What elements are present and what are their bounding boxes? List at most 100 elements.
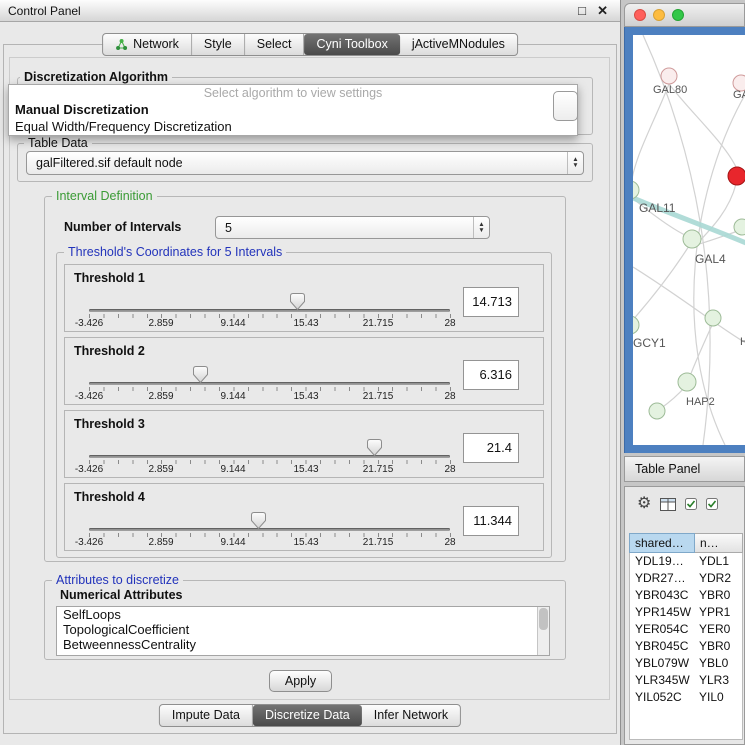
node-label-hap2: HAP2 [686, 396, 715, 408]
float-window-icon[interactable]: □ [578, 0, 586, 22]
threshold-3-label: Threshold 3 [74, 417, 145, 431]
tick-label: -3.426 [67, 464, 111, 475]
thresholds-group-label: Threshold's Coordinates for 5 Intervals [64, 245, 286, 259]
threshold-3-slider-track[interactable] [89, 455, 450, 458]
num-intervals-value: 5 [225, 221, 232, 235]
node-bottom[interactable] [649, 403, 665, 419]
threshold-2-slider-track[interactable] [89, 382, 450, 385]
columns-icon[interactable] [660, 498, 676, 511]
threshold-1-value-field[interactable]: 14.713 [463, 287, 519, 317]
cell[interactable]: YBR0 [695, 638, 730, 655]
node-mid[interactable] [705, 310, 721, 326]
apply-button[interactable]: Apply [269, 670, 332, 692]
gear-icon[interactable]: ⚙ [637, 496, 651, 512]
cell[interactable]: YIL052C [630, 689, 695, 706]
tick-label: 28 [428, 391, 472, 402]
tab-style[interactable]: Style [192, 34, 245, 55]
table-row[interactable]: YBR043CYBR0 [630, 587, 742, 604]
cell[interactable]: YBR043C [630, 587, 695, 604]
column-header-shared-name[interactable]: shared… [629, 533, 695, 553]
list-item[interactable]: TopologicalCoefficient [57, 622, 549, 637]
threshold-4-slider-track[interactable] [89, 528, 450, 531]
tab-impute-data[interactable]: Impute Data [160, 705, 253, 726]
algorithm-combobox-endcap[interactable] [553, 91, 578, 121]
control-panel-titlebar[interactable]: Control Panel □ ✕ [0, 0, 620, 22]
table-body[interactable]: YDL19…YDL1 YDR27…YDR2 YBR043CYBR0 YPR145… [629, 553, 743, 740]
tab-style-label: Style [204, 34, 232, 55]
cell[interactable]: YLR3 [695, 672, 729, 689]
column-header-name[interactable]: n… [695, 533, 743, 553]
cell[interactable]: YLR345W [630, 672, 695, 689]
table-row[interactable]: YBL079WYBL0 [630, 655, 742, 672]
threshold-1-slider-thumb[interactable] [290, 293, 305, 310]
threshold-4-value-field[interactable]: 11.344 [463, 506, 519, 536]
tick-label: 28 [428, 318, 472, 329]
tick-label: 21.715 [356, 391, 400, 402]
algorithm-option-manual[interactable]: Manual Discretization [9, 101, 577, 118]
node-gal4[interactable] [683, 230, 701, 248]
close-window-icon[interactable]: ✕ [597, 0, 608, 22]
node-gcy1[interactable] [633, 316, 639, 334]
threshold-2-slider-thumb[interactable] [193, 366, 208, 383]
cell[interactable]: YBR0 [695, 587, 730, 604]
select-all-checkbox-icon[interactable] [685, 498, 697, 510]
threshold-2-value-field[interactable]: 6.316 [463, 360, 519, 390]
cell[interactable]: YDR27… [630, 570, 695, 587]
cell[interactable]: YBL0 [695, 655, 728, 672]
cell[interactable]: YPR1 [695, 604, 730, 621]
table-row[interactable]: YER054CYER0 [630, 621, 742, 638]
tab-network[interactable]: Network [103, 34, 192, 55]
minimize-traffic-light-icon[interactable] [653, 9, 665, 21]
table-row[interactable]: YIL052CYIL0 [630, 689, 742, 706]
scrollbar-thumb[interactable] [539, 608, 548, 630]
list-item[interactable]: SelfLoops [57, 607, 549, 622]
tab-select[interactable]: Select [245, 34, 305, 55]
cell[interactable]: YDL1 [695, 553, 729, 570]
cell[interactable]: YDL19… [630, 553, 695, 570]
select-none-checkbox-icon[interactable] [706, 498, 718, 510]
cell[interactable]: YPR145W [630, 604, 695, 621]
network-window-titlebar[interactable] [624, 3, 745, 27]
threshold-1-slider-track[interactable] [89, 309, 450, 312]
cell[interactable]: YIL0 [695, 689, 724, 706]
cell[interactable]: YBR045C [630, 638, 695, 655]
threshold-3-box: Threshold 3 -3.426 2.859 9.144 15.43 21.… [64, 410, 544, 478]
threshold-4-slider-thumb[interactable] [251, 512, 266, 529]
cell[interactable]: YBL079W [630, 655, 695, 672]
close-traffic-light-icon[interactable] [634, 9, 646, 21]
algorithm-option-equal-width[interactable]: Equal Width/Frequency Discretization [9, 118, 577, 135]
node-selected-red[interactable] [728, 167, 745, 185]
cell[interactable]: YER0 [695, 621, 730, 638]
list-item[interactable]: BetweennessCentrality [57, 637, 549, 652]
threshold-3-value-field[interactable]: 21.4 [463, 433, 519, 463]
threshold-3-slider-thumb[interactable] [367, 439, 382, 456]
zoom-traffic-light-icon[interactable] [672, 9, 684, 21]
node-right-mid[interactable] [734, 219, 745, 235]
table-panel-titlebar[interactable]: Table Panel [624, 456, 745, 482]
cell[interactable]: YER054C [630, 621, 695, 638]
node-gal11[interactable] [633, 181, 639, 199]
network-icon [115, 38, 128, 51]
tab-infer-network[interactable]: Infer Network [362, 705, 460, 726]
num-intervals-stepper-icon[interactable]: ▲▼ [473, 217, 489, 238]
tab-cyni-toolbox[interactable]: Cyni Toolbox [304, 34, 399, 55]
tab-discretize-data[interactable]: Discretize Data [253, 705, 362, 726]
tab-jactivemnodules[interactable]: jActiveMNodules [400, 34, 517, 55]
table-data-combobox[interactable]: galFiltered.sif default node ▲▼ [26, 151, 584, 175]
node-gal80[interactable] [661, 68, 677, 84]
network-canvas[interactable]: GAL80 GA GAL11 GAL4 GCY1 HAP2 H [633, 35, 745, 445]
combobox-stepper-icon[interactable]: ▲▼ [567, 152, 583, 174]
table-row[interactable]: YDR27…YDR2 [630, 570, 742, 587]
table-row[interactable]: YBR045CYBR0 [630, 638, 742, 655]
cell[interactable]: YDR2 [695, 570, 731, 587]
numerical-attributes-list[interactable]: SelfLoops TopologicalCoefficient Between… [56, 606, 550, 656]
tick-label: -3.426 [67, 537, 111, 548]
node-hap2[interactable] [678, 373, 696, 391]
algorithm-popup-placeholder: Select algorithm to view settings [9, 85, 577, 101]
num-intervals-combobox[interactable]: 5 ▲▼ [215, 216, 490, 239]
table-row[interactable]: YDL19…YDL1 [630, 553, 742, 570]
table-row[interactable]: YPR145WYPR1 [630, 604, 742, 621]
attributes-scrollbar[interactable] [537, 607, 549, 655]
table-row[interactable]: YLR345WYLR3 [630, 672, 742, 689]
tick-label: 15.43 [284, 464, 328, 475]
